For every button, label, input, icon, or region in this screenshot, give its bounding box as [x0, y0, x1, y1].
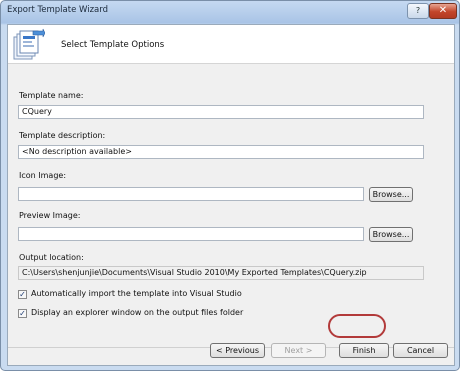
- display-explorer-checkbox[interactable]: ✓: [18, 309, 27, 318]
- window-title: Export Template Wizard: [7, 5, 109, 15]
- display-explorer-label: Display an explorer window on the output…: [31, 308, 244, 317]
- wizard-header: Select Template Options: [8, 25, 454, 64]
- template-description-label: Template description:: [19, 131, 106, 140]
- export-template-wizard-window: Export Template Wizard ? ✕ Select Templa…: [0, 0, 460, 371]
- icon-image-label: Icon Image:: [19, 171, 67, 180]
- previous-button[interactable]: < Previous: [210, 343, 265, 358]
- close-button[interactable]: ✕: [429, 3, 457, 19]
- icon-image-field[interactable]: [18, 187, 364, 201]
- help-button[interactable]: ?: [407, 3, 429, 19]
- page-title: Select Template Options: [61, 40, 165, 50]
- icon-image-browse-button[interactable]: Browse...: [369, 187, 413, 202]
- output-location-label: Output location:: [19, 253, 84, 262]
- auto-import-checkbox[interactable]: ✓: [18, 290, 27, 299]
- template-name-field[interactable]: CQuery: [18, 105, 424, 119]
- wizard-document-export-icon: [13, 28, 45, 60]
- preview-image-field[interactable]: [18, 227, 364, 241]
- next-button[interactable]: Next >: [271, 343, 326, 358]
- finish-highlight-annotation: [328, 314, 386, 338]
- preview-image-browse-button[interactable]: Browse...: [369, 227, 413, 242]
- wizard-client-area: Select Template Options Template name: C…: [7, 24, 455, 366]
- cancel-button[interactable]: Cancel: [393, 343, 448, 358]
- title-bar[interactable]: Export Template Wizard ? ✕: [1, 1, 459, 21]
- auto-import-label: Automatically import the template into V…: [31, 289, 242, 298]
- output-location-field: C:\Users\shenjunjie\Documents\Visual Stu…: [18, 266, 424, 280]
- template-name-label: Template name:: [19, 91, 84, 100]
- finish-button[interactable]: Finish: [339, 343, 389, 358]
- preview-image-label: Preview Image:: [19, 211, 81, 220]
- template-description-field[interactable]: <No description available>: [18, 145, 424, 159]
